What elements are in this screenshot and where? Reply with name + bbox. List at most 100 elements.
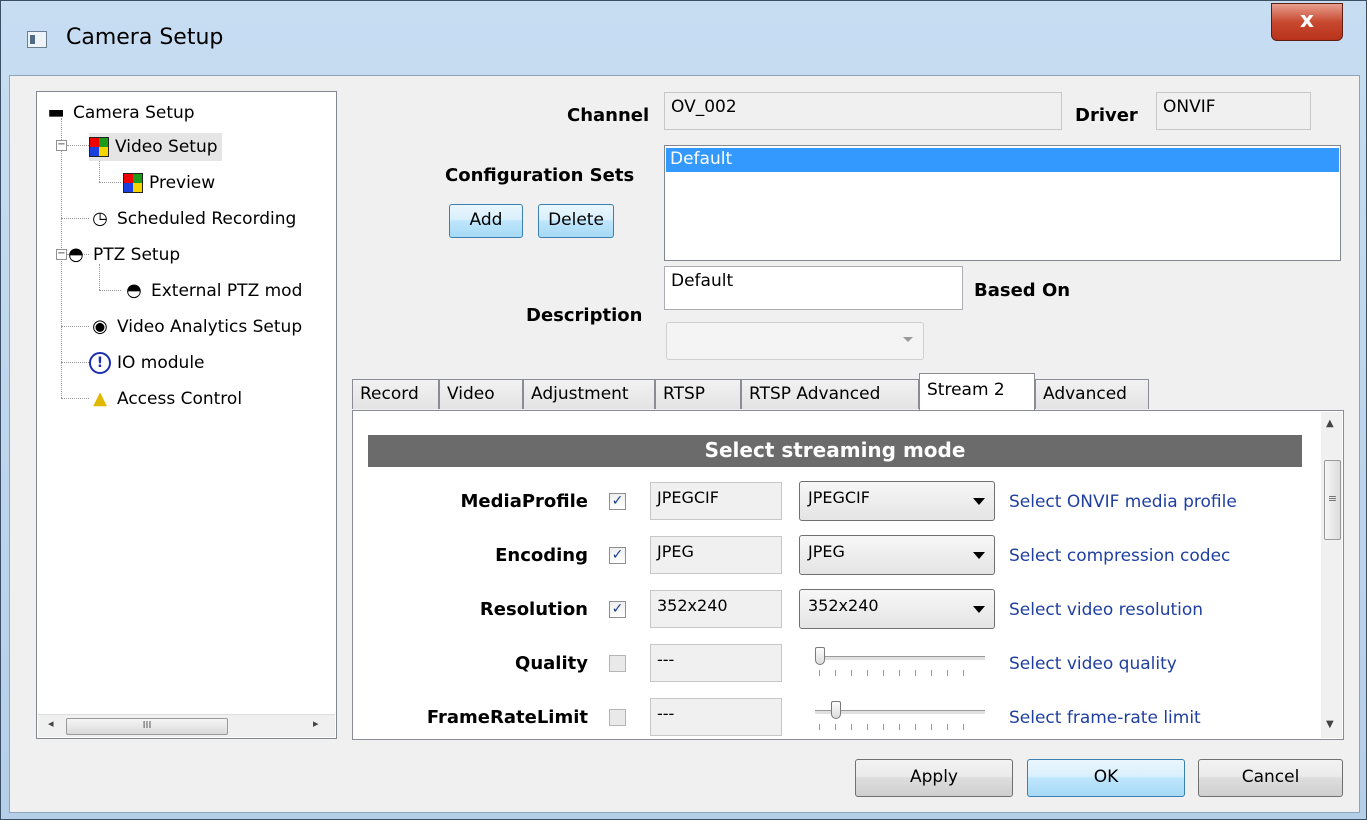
tree-guide-line	[61, 218, 89, 219]
quality-checkbox[interactable]	[609, 655, 626, 672]
setup-tree[interactable]: − − ▬ Camera Setup Video Setup Preview ◷ S…	[36, 91, 337, 739]
mediaprofile-checkbox[interactable]: ✓	[609, 493, 626, 510]
quality-label: Quality	[515, 653, 588, 674]
tree-guide-line	[61, 326, 89, 327]
encoding-description: Select compression codec	[1009, 546, 1231, 566]
tree-item-label: Video Analytics Setup	[117, 317, 303, 337]
encoding-value: JPEG	[650, 536, 782, 574]
collapse-video-setup[interactable]: −	[56, 140, 67, 151]
tree-item-access-control[interactable]: ▲ Access Control	[89, 385, 242, 413]
framerate-limit-slider[interactable]	[815, 701, 985, 731]
delete-button[interactable]: Delete	[538, 204, 614, 238]
tree-horizontal-scrollbar[interactable]: ◂ III ▸	[38, 714, 335, 737]
tree-item-label: Camera Setup	[73, 103, 195, 123]
cancel-button[interactable]: Cancel	[1198, 759, 1343, 797]
slider-ticks	[819, 670, 979, 676]
camera-icon: ▬	[47, 102, 65, 123]
slider-thumb[interactable]	[815, 647, 825, 665]
scroll-left-icon[interactable]: ◂	[48, 717, 54, 730]
tree-guide-line	[61, 398, 89, 399]
ptz-camera-icon: ◓	[126, 280, 142, 301]
title-bar[interactable]: Camera Setup x	[1, 1, 1366, 76]
tab-video[interactable]: Video	[439, 379, 523, 409]
quality-slider[interactable]	[815, 647, 985, 677]
tree-item-external-ptz[interactable]: ◓ External PTZ mod	[123, 277, 302, 305]
resolution-dropdown[interactable]: 352x240	[799, 589, 995, 629]
scroll-right-icon[interactable]: ▸	[313, 717, 319, 730]
tree-item-video-setup[interactable]: Video Setup	[89, 133, 222, 161]
add-button[interactable]: Add	[449, 204, 523, 238]
info-exclamation-icon: !	[89, 352, 111, 374]
dropdown-selected: JPEG	[808, 542, 845, 561]
mediaprofile-label: MediaProfile	[460, 491, 588, 512]
scroll-down-icon[interactable]: ▼	[1326, 719, 1334, 730]
slider-thumb[interactable]	[831, 701, 841, 719]
clock-icon: ◷	[92, 208, 108, 229]
encoding-dropdown[interactable]: JPEG	[799, 535, 995, 575]
scroll-up-icon[interactable]: ▲	[1326, 418, 1334, 429]
tab-record[interactable]: Record	[352, 379, 439, 409]
mediaprofile-dropdown[interactable]: JPEGCIF	[799, 481, 995, 521]
slider-track	[815, 656, 985, 661]
list-item[interactable]: Default	[666, 148, 1339, 172]
tab-adjustment[interactable]: Adjustment	[523, 379, 655, 409]
tree-item-video-analytics[interactable]: ◉ Video Analytics Setup	[89, 313, 302, 341]
tree-item-io-module[interactable]: ! IO module	[89, 349, 205, 377]
tree-item-label: External PTZ mod	[151, 281, 303, 301]
window-app-icon	[27, 31, 47, 48]
scroll-thumb[interactable]: ≡	[1324, 460, 1341, 540]
dialog-client-area: − − ▬ Camera Setup Video Setup Preview ◷ S…	[9, 75, 1360, 813]
tree-item-label: Scheduled Recording	[117, 209, 297, 229]
camera-setup-window: Camera Setup x − − ▬ Camera Setup Video S…	[0, 0, 1367, 820]
resolution-value: 352x240	[650, 590, 782, 628]
tree-item-label: IO module	[117, 353, 205, 373]
resolution-checkbox[interactable]: ✓	[609, 601, 626, 618]
framerate-limit-value: ---	[650, 698, 782, 736]
quality-value: ---	[650, 644, 782, 682]
tab-stream-2[interactable]: Stream 2	[919, 373, 1035, 410]
eye-icon: ◉	[92, 316, 108, 337]
video-grid-icon	[89, 137, 109, 157]
panel-vertical-scrollbar[interactable]: ▲ ≡ ▼	[1321, 412, 1342, 738]
stream-2-panel: Select streaming mode MediaProfile ✓ JPE…	[352, 410, 1344, 740]
tree-item-label: PTZ Setup	[93, 245, 181, 265]
chevron-down-icon	[903, 337, 913, 342]
dropdown-selected: JPEGCIF	[808, 488, 870, 507]
tree-item-ptz-setup[interactable]: ◓ PTZ Setup	[59, 241, 180, 269]
tab-rtsp[interactable]: RTSP	[655, 379, 741, 409]
channel-label: Channel	[567, 105, 650, 126]
channel-field: OV_002	[664, 92, 1062, 130]
window-title: Camera Setup	[66, 25, 224, 50]
warning-triangle-icon: ▲	[93, 388, 107, 409]
tree-guide-line	[67, 145, 89, 146]
ok-button[interactable]: OK	[1027, 759, 1185, 797]
encoding-checkbox[interactable]: ✓	[609, 547, 626, 564]
driver-field: ONVIF	[1156, 92, 1311, 130]
preview-grid-icon	[123, 173, 143, 193]
apply-button[interactable]: Apply	[855, 759, 1013, 797]
framerate-limit-checkbox[interactable]	[609, 709, 626, 726]
description-label: Description	[526, 305, 643, 326]
tab-advanced[interactable]: Advanced	[1035, 379, 1149, 409]
mediaprofile-value: JPEGCIF	[650, 482, 782, 520]
section-header: Select streaming mode	[368, 435, 1302, 467]
configuration-sets-list[interactable]: Default	[664, 145, 1341, 261]
tab-rtsp-advanced[interactable]: RTSP Advanced	[741, 379, 919, 409]
quality-description: Select video quality	[1009, 654, 1177, 674]
framerate-limit-label: FrameRateLimit	[426, 707, 588, 728]
based-on-dropdown	[666, 322, 924, 360]
tree-item-label: Access Control	[117, 389, 243, 409]
tree-guide-line	[99, 182, 121, 183]
tree-item-scheduled-recording[interactable]: ◷ Scheduled Recording	[89, 205, 296, 233]
dropdown-selected: 352x240	[808, 596, 879, 615]
scroll-thumb[interactable]: III	[66, 718, 228, 735]
tree-item-preview[interactable]: Preview	[123, 169, 215, 197]
mediaprofile-description: Select ONVIF media profile	[1009, 492, 1237, 512]
encoding-label: Encoding	[495, 545, 588, 566]
based-on-label: Based On	[974, 280, 1071, 301]
tree-item-camera-setup[interactable]: ▬ Camera Setup	[45, 99, 195, 127]
description-field[interactable]: Default	[664, 266, 963, 310]
close-button[interactable]: x	[1271, 3, 1343, 41]
dropdown-arrow-icon	[973, 498, 985, 505]
framerate-limit-description: Select frame-rate limit	[1009, 708, 1201, 728]
